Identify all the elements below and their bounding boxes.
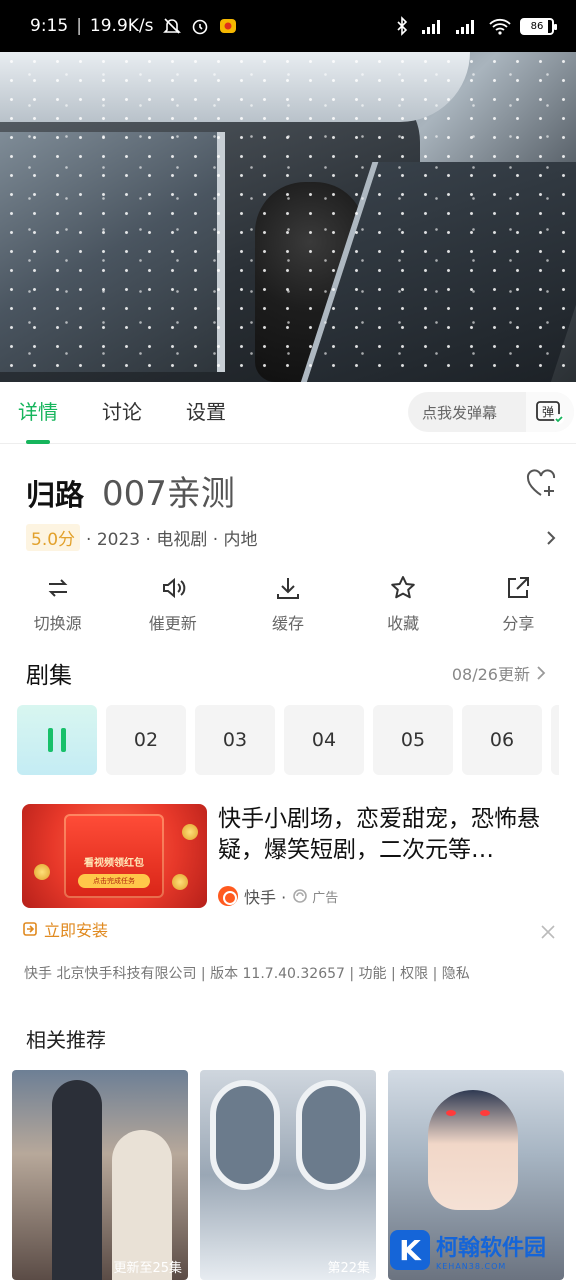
switch-source-icon (48, 579, 68, 597)
download-icon (276, 578, 299, 599)
episodes-update-link[interactable]: 08/26更新 (452, 661, 546, 685)
show-title-row: 归路 007亲测 (26, 466, 235, 515)
ad-source: 快手 · 广告 (218, 884, 338, 908)
danmaku-input[interactable]: 点我发弹幕 (408, 402, 526, 423)
episodes-title: 剧集 (26, 663, 72, 689)
close-icon[interactable] (540, 924, 556, 940)
episode-item-more[interactable] (551, 705, 559, 775)
related-card[interactable]: 更新至25集 (12, 1070, 188, 1280)
episode-item[interactable]: 06 (462, 705, 542, 775)
svg-text:弹: 弹 (542, 405, 554, 419)
playing-icon (48, 728, 66, 752)
share-button[interactable]: 分享 (461, 574, 576, 640)
ad-image[interactable]: 看视频领红包 点击完成任务 (22, 804, 207, 908)
kuaishou-logo-icon (218, 886, 238, 906)
episode-item[interactable]: 05 (373, 705, 453, 775)
danmaku-box[interactable]: 点我发弹幕 弹 (408, 392, 574, 432)
download-button[interactable]: 缓存 (230, 574, 345, 640)
bluetooth-icon (397, 16, 408, 36)
speaker-icon (162, 577, 186, 599)
ad-headline[interactable]: 快手小剧场，恋爱甜宠，恐怖悬疑，爆笑短剧，二次元等… (218, 804, 558, 866)
related-badge: 第22集 (327, 1261, 370, 1276)
episode-item[interactable]: 04 (284, 705, 364, 775)
watermark-logo: K 柯翰软件园 KEHAN38.COM (390, 1226, 560, 1274)
favorite-button[interactable]: 收藏 (346, 574, 461, 640)
network-speed: 19.9K/s (89, 16, 154, 36)
chevron-right-icon (537, 666, 546, 680)
chevron-right-icon (547, 530, 556, 545)
episodes-header: 剧集 08/26更新 (26, 656, 546, 690)
show-title: 归路 (26, 478, 85, 512)
tab-details[interactable]: 详情 (18, 382, 58, 444)
episode-list: 02 03 04 05 06 (17, 705, 559, 775)
ad-tag: 广告 (292, 887, 338, 906)
status-time: 9:15 (30, 16, 69, 36)
related-card[interactable]: 第22集 (200, 1070, 376, 1280)
status-bar: 9:15 | 19.9K/s 86 (0, 0, 576, 52)
related-badge: 更新至25集 (113, 1261, 182, 1276)
red-envelope-icon: 看视频领红包 点击完成任务 (64, 814, 164, 898)
detail-tabs: 详情 讨论 设置 点我发弹幕 弹 (0, 382, 576, 444)
episode-item[interactable]: 03 (195, 705, 275, 775)
ad-legal-info[interactable]: 快手 北京快手科技有限公司 | 版本 11.7.40.32657 | 功能 | … (24, 963, 470, 983)
weibo-icon (219, 19, 236, 33)
episode-item[interactable]: 02 (106, 705, 186, 775)
show-subtitle: 007亲测 (102, 474, 235, 514)
ad-mark-icon (293, 889, 307, 903)
show-meta: · 2023 · 电视剧 · 内地 (86, 530, 258, 550)
danmaku-icon: 弹 (536, 401, 564, 424)
install-icon (23, 922, 37, 936)
alarm-icon (192, 19, 207, 35)
signal-icon (422, 20, 440, 34)
share-icon (508, 577, 530, 598)
signal-icon-2 (456, 20, 474, 34)
action-bar: 切换源 催更新 缓存 收藏 分享 (0, 574, 576, 640)
related-title: 相关推荐 (26, 1028, 106, 1052)
heart-add-icon[interactable] (524, 466, 558, 500)
battery-icon: 86 (520, 17, 557, 35)
show-meta-row[interactable]: 5.0分 · 2023 · 电视剧 · 内地 (26, 524, 558, 551)
wifi-icon (489, 18, 511, 35)
danmaku-toggle-button[interactable]: 弹 (526, 392, 574, 432)
k-logo-icon: K (390, 1230, 430, 1270)
star-icon (391, 576, 415, 599)
switch-source-button[interactable]: 切换源 (0, 574, 115, 640)
tab-settings[interactable]: 设置 (186, 382, 226, 444)
score-badge: 5.0分 (26, 524, 81, 551)
urge-update-button[interactable]: 催更新 (115, 574, 230, 640)
video-player[interactable] (0, 52, 576, 382)
episode-item-playing[interactable] (17, 705, 97, 775)
tab-discussion[interactable]: 讨论 (102, 382, 142, 444)
install-button[interactable]: 立即安装 (22, 917, 108, 941)
mute-bell-icon (162, 18, 181, 34)
